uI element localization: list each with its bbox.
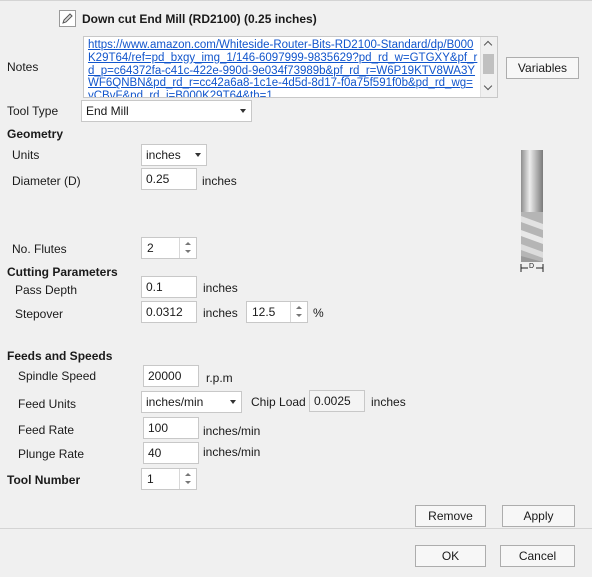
notes-textarea[interactable]: https://www.amazon.com/Whiteside-Router-… bbox=[83, 36, 498, 98]
flutes-label: No. Flutes bbox=[12, 242, 67, 256]
chevron-down-icon bbox=[240, 109, 246, 113]
spindle-speed-label: Spindle Speed bbox=[18, 369, 97, 383]
pencil-edit-icon[interactable] bbox=[59, 10, 76, 27]
pass-depth-label: Pass Depth bbox=[15, 283, 78, 297]
scroll-down-icon[interactable] bbox=[483, 81, 493, 91]
stepover-percent-spinbox[interactable]: 12.5 bbox=[246, 301, 308, 323]
end-mill-diagram: D bbox=[518, 150, 548, 275]
flutes-value: 2 bbox=[147, 241, 154, 255]
scroll-thumb[interactable] bbox=[483, 54, 494, 74]
top-border bbox=[0, 0, 592, 1]
stepover-percent-value: 12.5 bbox=[252, 305, 276, 319]
feeds-heading: Feeds and Speeds bbox=[7, 349, 113, 363]
spindle-speed-unit: r.p.m bbox=[206, 371, 233, 385]
feed-units-label: Feed Units bbox=[18, 397, 77, 411]
feed-rate-input[interactable]: 100 bbox=[143, 417, 199, 439]
apply-button[interactable]: Apply bbox=[502, 505, 575, 527]
stepover-input[interactable]: 0.0312 bbox=[141, 301, 197, 323]
chevron-down-icon bbox=[230, 400, 236, 404]
plunge-rate-input[interactable]: 40 bbox=[143, 442, 199, 464]
spin-buttons[interactable] bbox=[179, 238, 196, 258]
notes-label: Notes bbox=[7, 60, 39, 74]
tool-title: Down cut End Mill (RD2100) (0.25 inches) bbox=[82, 12, 317, 26]
tool-number-spinbox[interactable]: 1 bbox=[141, 468, 197, 490]
plunge-rate-label: Plunge Rate bbox=[18, 447, 85, 461]
chip-load-unit: inches bbox=[371, 395, 406, 409]
diameter-input[interactable]: 0.25 bbox=[141, 168, 197, 190]
spindle-speed-input[interactable]: 20000 bbox=[143, 365, 199, 387]
notes-scrollbar[interactable] bbox=[480, 37, 497, 97]
remove-button[interactable]: Remove bbox=[415, 505, 486, 527]
feed-units-select[interactable]: inches/min bbox=[141, 391, 242, 413]
tool-type-value: End Mill bbox=[86, 104, 129, 118]
diagram-diameter-label: D bbox=[529, 263, 535, 270]
plunge-rate-unit: inches/min bbox=[203, 445, 261, 459]
units-select[interactable]: inches bbox=[141, 144, 207, 166]
tool-number-label: Tool Number bbox=[7, 473, 81, 487]
feed-rate-label: Feed Rate bbox=[18, 423, 75, 437]
cancel-button[interactable]: Cancel bbox=[500, 545, 575, 567]
diameter-label: Diameter (D) bbox=[12, 174, 81, 188]
flutes-spinbox[interactable]: 2 bbox=[141, 237, 197, 259]
spin-buttons[interactable] bbox=[290, 302, 307, 322]
tool-number-value: 1 bbox=[147, 472, 154, 486]
stepover-unit: inches bbox=[203, 306, 238, 320]
units-value: inches bbox=[146, 148, 181, 162]
cutting-heading: Cutting Parameters bbox=[7, 265, 118, 279]
feed-rate-unit: inches/min bbox=[203, 424, 261, 438]
chevron-down-icon bbox=[195, 153, 201, 157]
footer-separator bbox=[0, 528, 592, 529]
tool-type-label: Tool Type bbox=[7, 104, 59, 118]
diameter-unit: inches bbox=[202, 174, 237, 188]
units-label: Units bbox=[12, 148, 40, 162]
chip-load-label: Chip Load bbox=[251, 395, 306, 409]
pass-depth-unit: inches bbox=[203, 281, 238, 295]
stepover-label: Stepover bbox=[15, 307, 64, 321]
feed-units-value: inches/min bbox=[146, 395, 204, 409]
pass-depth-input[interactable]: 0.1 bbox=[141, 276, 197, 298]
notes-text[interactable]: https://www.amazon.com/Whiteside-Router-… bbox=[88, 39, 478, 97]
geometry-heading: Geometry bbox=[7, 127, 64, 141]
ok-button[interactable]: OK bbox=[415, 545, 486, 567]
scroll-up-icon[interactable] bbox=[483, 40, 493, 50]
tool-type-select[interactable]: End Mill bbox=[81, 100, 252, 122]
spin-buttons[interactable] bbox=[179, 469, 196, 489]
variables-button[interactable]: Variables bbox=[506, 57, 579, 79]
percent-sign: % bbox=[313, 306, 324, 320]
chip-load-input: 0.0025 bbox=[309, 390, 365, 412]
